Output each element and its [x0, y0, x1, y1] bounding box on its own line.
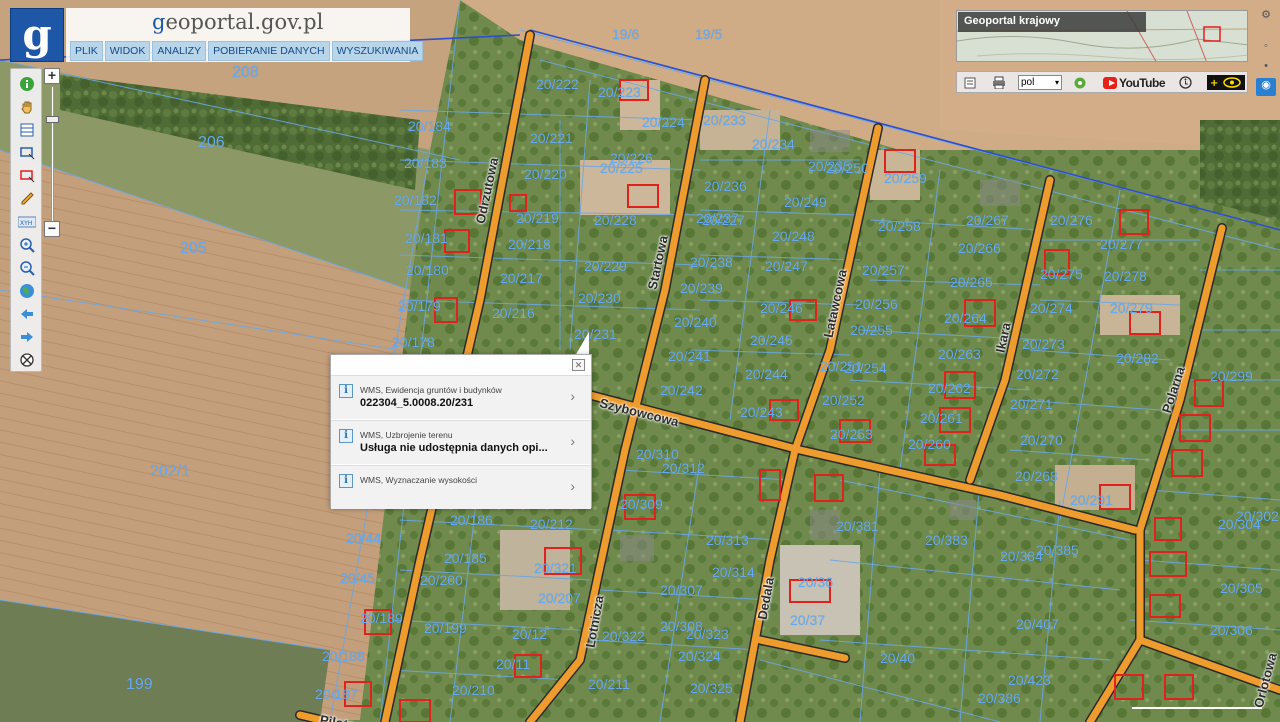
popup-item-value: 022304_5.0008.20/231	[360, 397, 474, 409]
layers-icon[interactable]	[963, 75, 977, 90]
table-icon[interactable]	[18, 121, 36, 139]
map-toolbar: XYH	[10, 68, 42, 372]
geoportal-logo[interactable]: g	[10, 8, 64, 62]
menu-wyszukiwania[interactable]: WYSZUKIWANIA	[331, 41, 424, 61]
menu-pobieranie-danych[interactable]: POBIERANIE DANYCH	[208, 41, 330, 61]
popup-item-source: WMS, Uzbrojenie terenu	[360, 430, 453, 440]
language-value: pol	[1021, 77, 1035, 88]
high-contrast-toggle[interactable]: +	[1207, 75, 1245, 90]
select-area-icon[interactable]	[18, 144, 36, 162]
menu-analizy[interactable]: ANALIZY	[152, 41, 207, 61]
menu-plik[interactable]: PLIK	[70, 41, 103, 61]
eye-icon[interactable]: ◉	[1256, 78, 1276, 96]
popup-tail	[575, 332, 589, 356]
back-arrow-icon[interactable]	[18, 305, 36, 323]
svg-text:+: +	[1210, 78, 1218, 89]
zoom-thumb[interactable]	[46, 116, 59, 123]
zoom-out-button[interactable]: −	[44, 221, 60, 237]
popup-item-source: WMS, Wyznaczanie wysokości	[360, 475, 478, 485]
chevron-down-icon: ▾	[1054, 78, 1059, 87]
aerial-basemap	[0, 0, 1280, 722]
language-select[interactable]: pol ▾	[1018, 75, 1062, 90]
overview-title: Geoportal krajowy	[958, 12, 1146, 32]
menu-widok[interactable]: WIDOK	[104, 41, 151, 61]
popup-item-ewidencja[interactable]: i WMS, Ewidencja gruntów i budynków 0223…	[331, 375, 591, 419]
help-icon[interactable]	[1073, 75, 1087, 90]
pan-hand-icon[interactable]	[18, 98, 36, 116]
popup-item-source: WMS, Ewidencja gruntów i budynków	[360, 385, 502, 395]
wheelchair-icon[interactable]	[1178, 75, 1192, 90]
site-title: geoportal.gov.pl	[152, 10, 323, 34]
print-icon[interactable]	[991, 75, 1007, 90]
tool-circle-icon[interactable]: ◦	[1256, 40, 1276, 58]
popup-item-uzbrojenie[interactable]: i WMS, Uzbrojenie terenu Usługa nie udos…	[331, 420, 591, 464]
map-view[interactable]: 208 206 205 202/1 199 19/6 19/5 20/184 20/183 20/…	[0, 0, 1280, 722]
main-menu: PLIK WIDOK ANALIZY POBIERANIE DANYCH WYS…	[70, 41, 424, 61]
xyh-coordinates-icon[interactable]: XYH	[18, 213, 36, 231]
zoom-slider: + −	[44, 68, 62, 240]
tool-dot-icon[interactable]: •	[1256, 60, 1276, 78]
info-icon[interactable]	[18, 75, 36, 93]
globe-icon[interactable]	[18, 282, 36, 300]
chevron-right-icon: ›	[570, 478, 575, 494]
info-popup: ✕ i WMS, Ewidencja gruntów i budynków 02…	[330, 354, 592, 509]
chevron-right-icon: ›	[570, 388, 575, 404]
site-title-prefix: g	[152, 10, 166, 34]
right-side-controls: ⚙ ◦ • ◉	[1256, 6, 1276, 96]
youtube-play-icon	[1103, 77, 1117, 89]
popup-item-wysokosci[interactable]: i WMS, Wyznaczanie wysokości ›	[331, 465, 591, 509]
overview-map[interactable]: Geoportal krajowy	[956, 10, 1248, 62]
clear-icon[interactable]	[18, 351, 36, 369]
info-icon: i	[339, 384, 353, 398]
svg-text:XYH: XYH	[20, 220, 32, 227]
info-icon: i	[339, 474, 353, 488]
popup-close-button[interactable]: ✕	[572, 359, 585, 371]
zoom-out-icon[interactable]	[18, 259, 36, 277]
youtube-link[interactable]: YouTube	[1103, 75, 1166, 91]
forward-arrow-icon[interactable]	[18, 328, 36, 346]
info-icon: i	[339, 429, 353, 443]
select-red-icon[interactable]	[18, 167, 36, 185]
logo-letter: g	[22, 10, 52, 59]
zoom-in-button[interactable]: +	[44, 68, 60, 84]
youtube-label: YouTube	[1118, 76, 1166, 90]
chevron-right-icon: ›	[570, 433, 575, 449]
settings-gear-icon[interactable]: ⚙	[1256, 8, 1276, 26]
pencil-icon[interactable]	[18, 190, 36, 208]
zoom-track[interactable]	[51, 86, 54, 224]
header-bar: geoportal.gov.pl PLIK WIDOK ANALIZY POBI…	[66, 8, 424, 62]
top-toolbar: pol ▾ YouTube +	[956, 71, 1248, 93]
site-title-main: eoportal.gov.pl	[165, 10, 324, 34]
scale-bar	[1132, 704, 1262, 714]
popup-item-value: Usługa nie udostępnia danych opi...	[360, 442, 548, 454]
zoom-in-icon[interactable]	[18, 236, 36, 254]
